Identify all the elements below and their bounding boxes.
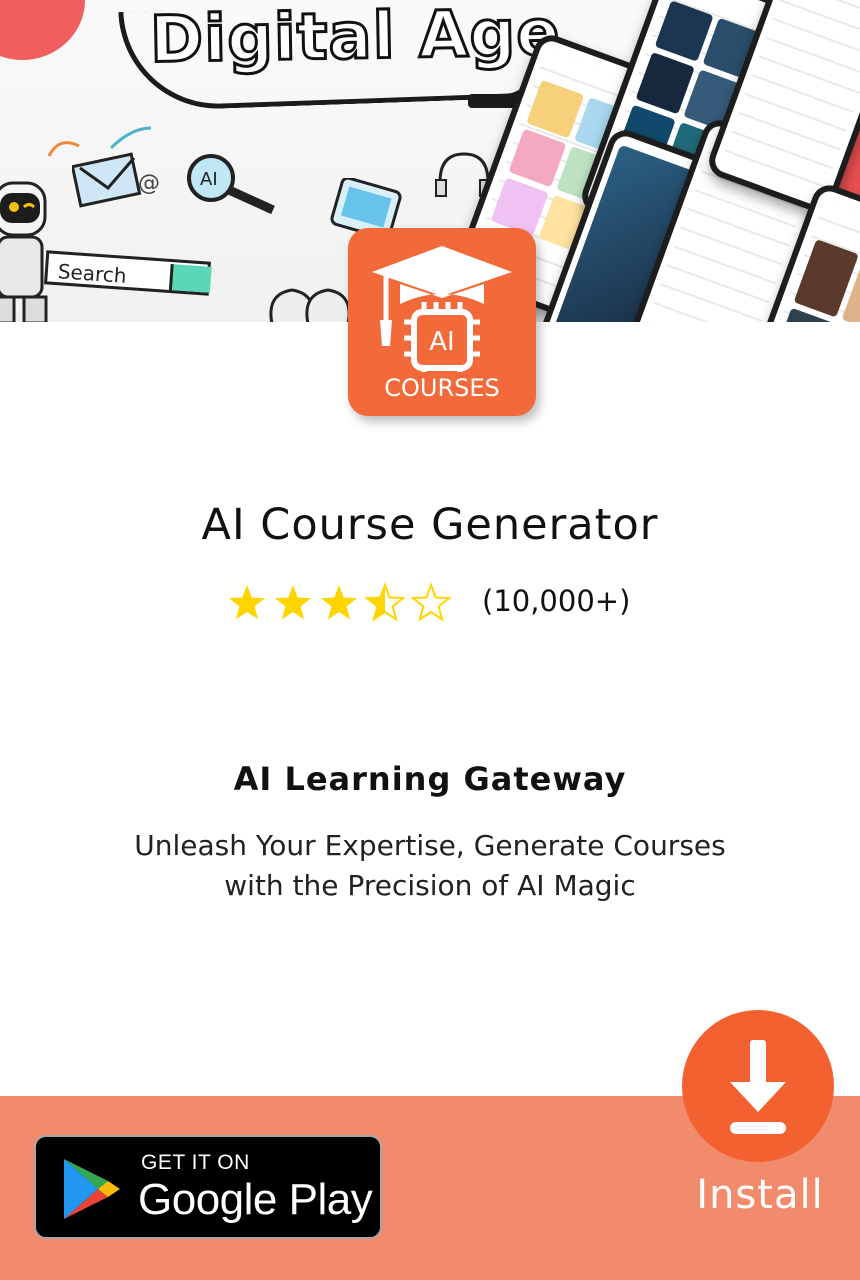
badge-big-text: Google Play [138, 1175, 373, 1224]
decorative-blob [0, 0, 85, 60]
icon-chip-text: AI [429, 327, 454, 357]
robot-icon [0, 181, 48, 322]
banner-headline: Digital Age [148, 0, 563, 79]
app-title: AI Course Generator [201, 500, 659, 550]
moneybag-icon [269, 288, 351, 322]
magnifier-icon: AI [187, 154, 275, 215]
graduation-cap-icon: AI [372, 246, 512, 372]
star-icon [410, 582, 452, 622]
google-play-logo-icon [64, 1159, 120, 1219]
badge-small-text: GET IT ON [141, 1151, 250, 1174]
promo-description-line: with the Precision of AI Magic [224, 869, 636, 902]
star-icon [320, 585, 358, 620]
svg-text:AI: AI [200, 169, 218, 190]
google-play-badge[interactable]: GET IT ON Google Play [34, 1135, 382, 1239]
rating-stars [228, 582, 452, 622]
promo-description-line: Unleash Your Expertise, Generate Courses [134, 829, 726, 862]
svg-text:@: @ [138, 171, 160, 196]
rating-count: (10,000+) [482, 584, 631, 618]
app-icon: AI COURSES [348, 228, 536, 416]
download-icon [730, 1040, 786, 1134]
install-label[interactable]: Install [690, 1172, 830, 1218]
install-button[interactable] [682, 1010, 834, 1162]
search-doodle: Search [44, 250, 211, 296]
promo-description: Unleash Your Expertise, Generate Courses… [0, 826, 860, 906]
app-icon-label: COURSES [384, 374, 500, 402]
promo-heading: AI Learning Gateway [233, 760, 627, 798]
star-icon [274, 585, 312, 620]
star-icon [228, 585, 266, 620]
arrow-doodle-icon [47, 126, 152, 157]
star-icon [364, 582, 406, 622]
